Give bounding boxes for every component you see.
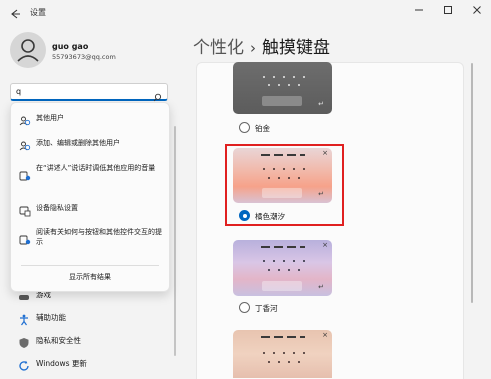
nav-item-accessibility[interactable]: 辅助功能 [18, 310, 168, 328]
search-input[interactable]: q [10, 83, 168, 102]
enter-icon: ↵ [318, 100, 324, 108]
main-scrollbar[interactable] [471, 63, 473, 303]
avatar [10, 32, 46, 68]
nav-label: Windows 更新 [36, 359, 87, 368]
theme-radio-platinum[interactable] [239, 122, 250, 133]
theme-label: 丁香河 [255, 304, 278, 313]
space-bar [262, 96, 302, 106]
keyboard-toolbar [261, 336, 305, 338]
search-result-label: 其他用户 [36, 114, 64, 122]
close-icon: × [322, 241, 328, 249]
back-arrow-icon[interactable] [8, 6, 22, 20]
nav-item-windows-update[interactable]: Windows 更新 [18, 356, 168, 374]
search-results-dropdown: 其他用户 添加、编辑或删除其他用户 在“讲述人”说话时调低其他应用的音量 设备隐… [10, 102, 170, 292]
theme-radio-lilac-river[interactable] [239, 302, 250, 313]
search-result-label: 设备隐私设置 [36, 204, 78, 212]
search-result-item[interactable]: 其他用户 [11, 109, 169, 127]
selection-highlight [225, 144, 344, 226]
search-result-label: 在“讲述人”说话时调低其他应用的音量 [36, 164, 156, 172]
sidebar-scrollbar[interactable] [174, 126, 176, 356]
nav-label: 辅助功能 [36, 313, 66, 322]
maximize-icon[interactable] [433, 0, 462, 20]
space-bar [262, 281, 302, 291]
user-email: 55793673@qq.com [52, 53, 116, 61]
title-bar: 设置 [0, 0, 491, 28]
nav-item-privacy[interactable]: 隐私和安全性 [18, 333, 168, 351]
theme-preview-next[interactable]: × [233, 330, 332, 378]
page-title: 个性化 › 触摸键盘 [193, 33, 330, 58]
search-result-label: 添加、编辑或删除其他用户 [36, 139, 120, 147]
search-query: q [16, 87, 22, 96]
close-icon[interactable] [462, 0, 491, 20]
user-name: guo gao [52, 42, 89, 51]
shield-icon [18, 334, 30, 348]
privacy-icon [19, 202, 31, 217]
search-result-item[interactable]: 阅读有关如何与按钮和其他控件交互的提示 [11, 225, 169, 251]
accessibility-icon [18, 311, 30, 326]
window-title: 设置 [30, 8, 46, 17]
narrator-icon [19, 231, 31, 245]
theme-label: 铂金 [255, 124, 270, 133]
keyboard-toolbar [261, 246, 305, 248]
search-result-item[interactable]: 设备隐私设置 [11, 199, 169, 217]
search-result-item[interactable]: 在“讲述人”说话时调低其他应用的音量 [11, 161, 169, 187]
users-icon [19, 112, 31, 126]
nav-label: 隐私和安全性 [36, 336, 81, 345]
show-all-results-button[interactable]: 显示所有结果 [11, 272, 169, 282]
minimize-icon[interactable] [404, 0, 433, 20]
enter-icon: ↵ [318, 283, 324, 291]
users-icon [19, 137, 31, 151]
theme-preview-lilac-river[interactable]: × ↵ [233, 240, 332, 296]
breadcrumb-current: 触摸键盘 [262, 38, 330, 58]
window-controls [404, 0, 491, 20]
breadcrumb-parent[interactable]: 个性化 [193, 38, 244, 58]
breadcrumb-separator: › [250, 39, 256, 57]
user-card[interactable]: guo gao 55793673@qq.com [10, 32, 170, 72]
update-icon [18, 357, 30, 371]
theme-preview-platinum[interactable]: ↵ [233, 62, 332, 114]
close-icon: × [322, 331, 328, 339]
search-result-label: 阅读有关如何与按钮和其他控件交互的提示 [36, 228, 162, 246]
narrator-icon [19, 167, 31, 181]
search-result-item[interactable]: 添加、编辑或删除其他用户 [11, 134, 169, 152]
divider [21, 265, 159, 266]
